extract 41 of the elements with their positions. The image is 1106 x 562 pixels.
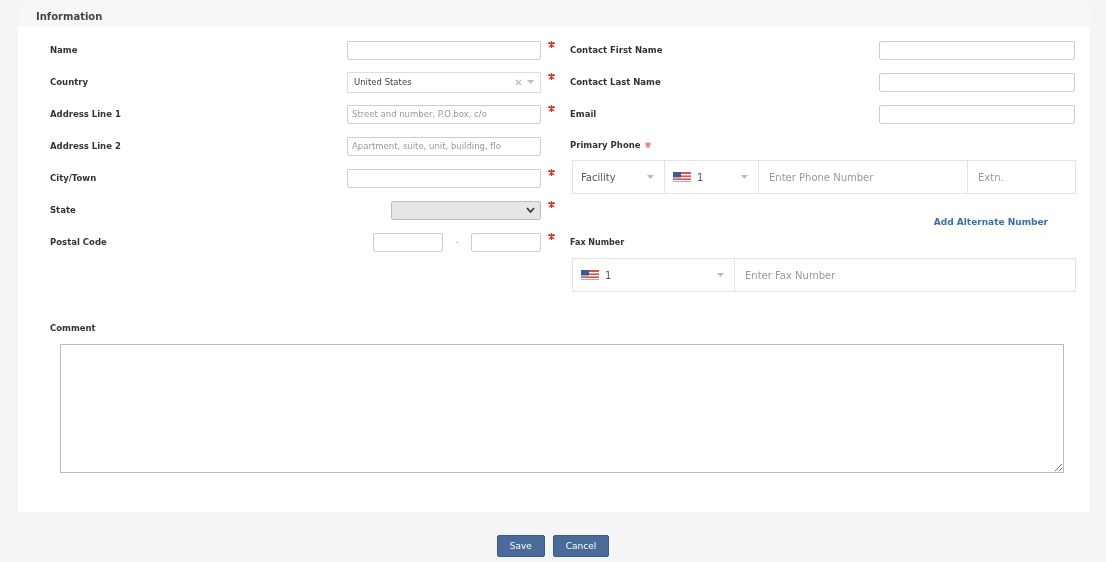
extension-field[interactable]: Extn. (967, 160, 1076, 194)
field-label: Comment (50, 323, 96, 333)
chevron-icon (526, 207, 535, 213)
input-field[interactable] (879, 104, 1075, 124)
flag-icon (673, 172, 691, 182)
field-label: Country (50, 77, 89, 87)
field-label: Name (50, 45, 79, 55)
postal-extension-field[interactable] (471, 232, 541, 252)
field-label: Contact Last Name (570, 77, 662, 87)
cancel-button[interactable]: Cancel (552, 535, 610, 557)
field-label: Email (570, 109, 598, 119)
caret-icon (741, 175, 748, 179)
postal-code-field[interactable] (373, 232, 443, 252)
caret-icon (647, 175, 654, 179)
caret-icon (717, 273, 724, 277)
clear-icon[interactable] (515, 78, 522, 86)
input-field[interactable] (347, 40, 541, 60)
field-label: Postal Code (50, 237, 108, 247)
field-label: Address Line 2 (50, 141, 122, 151)
section-title: Information (36, 10, 103, 22)
field-label: Contact First Name (570, 45, 664, 55)
phone-type-select[interactable]: Facility (572, 160, 665, 194)
country-select[interactable]: United States (347, 71, 541, 93)
input-field[interactable] (347, 168, 541, 188)
flag-icon (581, 270, 599, 280)
field-label: Address Line 1 (50, 109, 122, 119)
fax-number-field[interactable]: Enter Fax Number (734, 258, 1076, 292)
comment-field[interactable] (60, 344, 1064, 473)
input-field[interactable]: Street and number, P.O.box, c/o (347, 104, 541, 124)
caret-icon (527, 80, 534, 84)
add-alternate-number-link[interactable]: Add Alternate Number (933, 217, 1048, 227)
input-field[interactable]: Apartment, suite, unit, building, flo (347, 136, 541, 156)
phone-number-field[interactable]: Enter Phone Number (758, 160, 968, 194)
input-field[interactable] (879, 72, 1075, 92)
field-label: City/Town (50, 173, 98, 183)
save-button[interactable]: Save (496, 535, 545, 557)
separator: - (454, 237, 460, 247)
field-label: State (50, 205, 77, 215)
field-label: Fax Number (570, 238, 626, 249)
input-field[interactable] (879, 40, 1075, 60)
field-label: Primary Phone (570, 140, 641, 150)
